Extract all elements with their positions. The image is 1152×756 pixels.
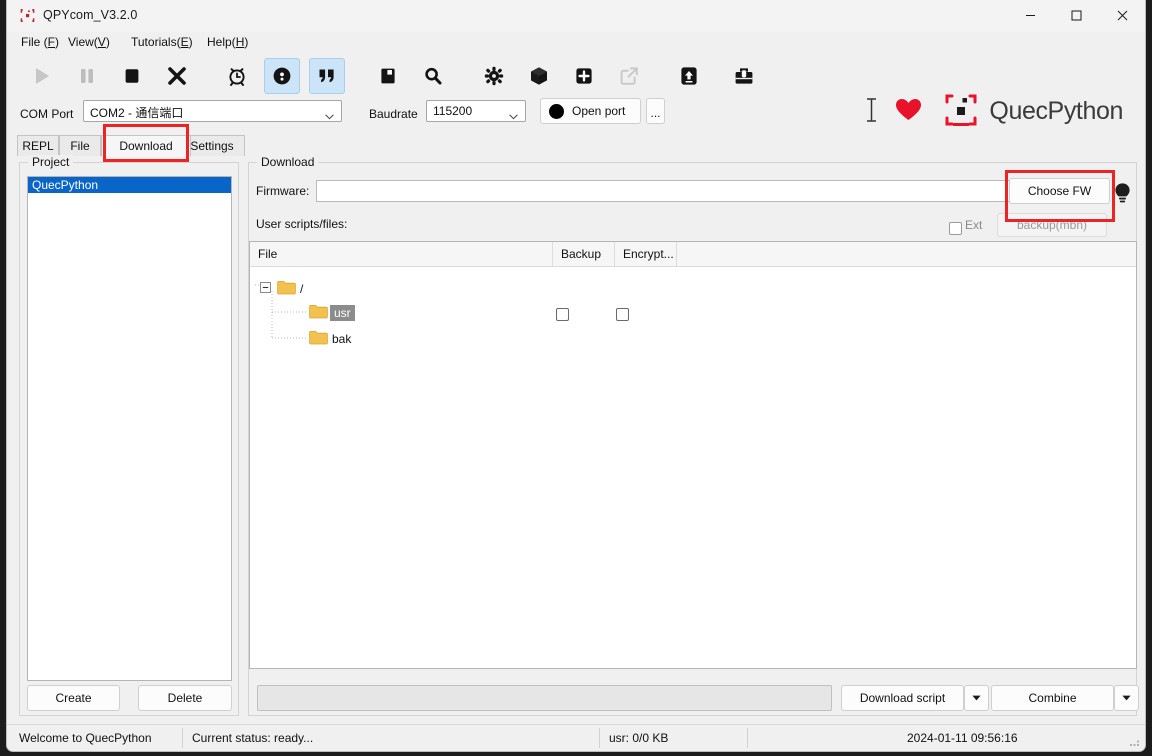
folder-icon [309, 304, 328, 322]
file-tree: / usr bak [250, 267, 1136, 657]
content-area: Project QuecPython Create Delete Downloa… [7, 155, 1145, 724]
choose-fw-button[interactable]: Choose FW [1009, 178, 1110, 204]
menu-tutorials[interactable]: Tutorials(E) [131, 35, 193, 49]
download-script-dropdown[interactable] [964, 685, 989, 711]
resize-grip-icon[interactable] [1128, 735, 1140, 747]
baudrate-label: Baudrate [369, 107, 418, 121]
firmware-input[interactable] [316, 180, 1013, 202]
status-bar: Welcome to QuecPython Current status: re… [7, 724, 1145, 751]
quote-button[interactable] [309, 58, 345, 94]
download-script-button[interactable]: Download script [841, 685, 964, 711]
status-usage: usr: 0/0 KB [609, 731, 669, 745]
encrypt-checkbox-usr[interactable] [616, 308, 629, 321]
column-header-file[interactable]: File [250, 242, 553, 266]
tab-repl[interactable]: REPL [17, 135, 59, 157]
title-bar: QPYcom_V3.2.0 [7, 0, 1145, 32]
column-header-backup[interactable]: Backup [553, 242, 615, 266]
open-port-button[interactable]: Open port [540, 98, 641, 124]
status-current: Current status: ready... [192, 731, 314, 745]
baudrate-value: 115200 [433, 104, 473, 118]
folder-icon [277, 280, 296, 298]
open-port-label: Open port [572, 104, 626, 118]
upload-button[interactable] [671, 58, 707, 94]
project-list[interactable]: QuecPython [27, 176, 232, 681]
brand-area: QuecPython [865, 91, 1123, 132]
pause-button[interactable] [69, 58, 105, 94]
menu-file[interactable]: File (F) [21, 35, 59, 49]
expander-minus-icon[interactable] [260, 281, 271, 296]
com-port-label: COM Port [20, 107, 74, 121]
ext-checkbox[interactable] [949, 222, 962, 235]
maximize-button[interactable] [1053, 0, 1099, 31]
minimize-button[interactable] [1007, 0, 1053, 31]
tree-row-bak[interactable]: bak [283, 329, 351, 348]
download-group-label: Download [257, 155, 319, 169]
baudrate-select[interactable]: 115200 [426, 100, 526, 122]
add-button[interactable] [566, 58, 602, 94]
status-divider-2 [599, 728, 600, 748]
tab-strip: REPL File Settings Download [7, 135, 1145, 157]
connection-bar: COM Port COM2 - 通信端口 Baudrate 115200 Ope… [7, 94, 1145, 135]
folder-icon [309, 330, 328, 348]
menu-view[interactable]: View(V) [68, 35, 110, 49]
delete-button[interactable]: Delete [138, 685, 232, 711]
close-button[interactable] [1099, 0, 1145, 31]
window-controls [1007, 0, 1145, 31]
user-scripts-label: User scripts/files: [256, 217, 348, 231]
com-port-value: COM2 - 通信端口 [90, 106, 184, 120]
column-header-spacer [677, 242, 1136, 266]
menu-help[interactable]: Help(H) [207, 35, 248, 49]
toolbox-button[interactable] [726, 58, 762, 94]
port-more-button[interactable]: ... [646, 98, 665, 124]
project-group-label: Project [28, 155, 74, 169]
status-divider-3 [747, 728, 748, 748]
tree-label-bak: bak [332, 331, 352, 346]
firmware-path-field[interactable] [317, 181, 1012, 201]
save-button[interactable] [370, 58, 406, 94]
status-welcome: Welcome to QuecPython [19, 731, 152, 745]
chevron-down-icon [325, 109, 334, 123]
record-button[interactable] [264, 58, 300, 94]
com-port-select[interactable]: COM2 - 通信端口 [83, 100, 342, 122]
project-list-item[interactable]: QuecPython [28, 177, 231, 193]
create-button[interactable]: Create [27, 685, 120, 711]
backup-checkbox-usr[interactable] [556, 308, 569, 321]
package-button[interactable] [521, 58, 557, 94]
search-button[interactable] [415, 58, 451, 94]
port-status-indicator-icon [549, 103, 564, 119]
chevron-down-icon [509, 109, 518, 123]
tab-download[interactable]: Download [101, 135, 191, 157]
timer-button[interactable] [219, 58, 255, 94]
file-table-header: File Backup Encrypt... [250, 242, 1136, 267]
tree-row-usr[interactable]: usr [283, 303, 355, 322]
heart-icon[interactable] [895, 98, 922, 125]
lightbulb-icon[interactable] [1113, 182, 1132, 208]
external-link-button[interactable] [611, 58, 647, 94]
tree-row-root[interactable]: / [260, 279, 303, 298]
terminate-button[interactable] [159, 58, 195, 94]
window-title: QPYcom_V3.2.0 [43, 8, 138, 22]
brand-text: QuecPython [989, 97, 1123, 125]
file-table: File Backup Encrypt... / usr bak [249, 241, 1137, 669]
status-datetime: 2024-01-11 09:56:16 [907, 731, 1018, 745]
stop-button[interactable] [114, 58, 150, 94]
ext-label: Ext [965, 218, 983, 232]
tree-label-root: / [300, 281, 304, 296]
combine-button[interactable]: Combine [991, 685, 1114, 711]
backup-mbn-button[interactable]: backup(mbn) [997, 213, 1107, 237]
run-button[interactable] [24, 58, 60, 94]
tab-file[interactable]: File [59, 135, 101, 157]
i-beam-icon [865, 97, 878, 126]
status-divider-1 [182, 728, 183, 748]
quecpython-logo-icon [942, 91, 980, 132]
tree-label-usr: usr [330, 304, 355, 321]
settings-button[interactable] [476, 58, 512, 94]
firmware-label: Firmware: [256, 184, 310, 198]
combine-dropdown[interactable] [1114, 685, 1139, 711]
download-progress-bar [257, 685, 832, 711]
app-icon [20, 8, 35, 23]
menu-bar: File (F) View(V) Tutorials(E) Help(H) [7, 32, 1145, 54]
column-header-encrypt[interactable]: Encrypt... [615, 242, 677, 266]
app-window: QPYcom_V3.2.0 File (F) View(V) Tutorials… [6, 0, 1146, 752]
